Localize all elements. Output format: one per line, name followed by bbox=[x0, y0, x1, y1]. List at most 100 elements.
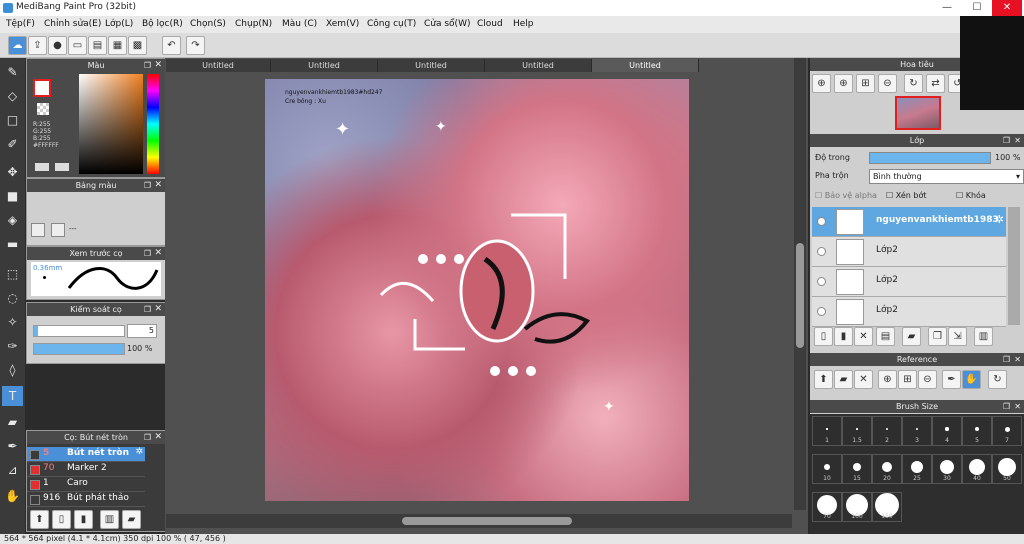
open-folder-icon[interactable]: ▰ bbox=[834, 370, 853, 389]
move-tool-icon[interactable]: ✥ bbox=[2, 162, 23, 182]
vertical-scroll-thumb[interactable] bbox=[796, 243, 804, 348]
primary-color-swatch[interactable] bbox=[33, 79, 51, 97]
zoom-in-icon[interactable]: ⊕ bbox=[878, 370, 897, 389]
flip-icon[interactable]: ⇄ bbox=[926, 74, 945, 93]
color-swap-button[interactable] bbox=[55, 163, 69, 171]
comment-icon[interactable]: ▭ bbox=[68, 36, 87, 55]
tab-untitled-1[interactable]: Untitled bbox=[166, 59, 271, 72]
layer-folder-icon[interactable]: ▰ bbox=[902, 327, 921, 346]
menu-tools[interactable]: Công cụ(T) bbox=[367, 19, 416, 29]
eyedropper2-icon[interactable]: ⊿ bbox=[2, 460, 23, 480]
close-icon[interactable]: ✕ bbox=[1014, 400, 1021, 413]
close-icon[interactable]: ✕ bbox=[1014, 353, 1021, 366]
new-palette-icon[interactable] bbox=[31, 223, 45, 237]
menu-color[interactable]: Màu (C) bbox=[282, 19, 317, 29]
eraser-tool-icon[interactable]: ◇ bbox=[2, 86, 23, 106]
layer-opacity-slider[interactable] bbox=[869, 152, 991, 164]
brush-size-70[interactable]: 70 bbox=[812, 492, 842, 522]
select-eraser-icon[interactable]: ◊ bbox=[2, 360, 23, 380]
brush-size-value[interactable]: 5 bbox=[127, 324, 157, 338]
lock-checkbox[interactable]: ☐ Khóa bbox=[956, 191, 986, 200]
tab-untitled-4[interactable]: Untitled bbox=[485, 59, 592, 72]
brush-opacity-slider[interactable] bbox=[33, 343, 125, 355]
new-layer2-icon[interactable]: ▮ bbox=[834, 327, 853, 346]
export-icon[interactable]: ⇪ bbox=[28, 36, 47, 55]
brush-size-10[interactable]: 10 bbox=[812, 454, 842, 484]
menu-snap[interactable]: Chụp(N) bbox=[235, 19, 272, 29]
drawing-canvas[interactable]: nguyenvankhiemtb1983#hd247 Cre bông : Xu… bbox=[265, 79, 689, 501]
dock-icon[interactable]: ❐ bbox=[144, 303, 151, 316]
new-layer-icon[interactable]: ▯ bbox=[814, 327, 833, 346]
visibility-icon[interactable] bbox=[817, 307, 826, 316]
menu-cloud[interactable]: Cloud bbox=[477, 19, 503, 29]
zoom-out-icon[interactable]: ⊕ bbox=[834, 74, 853, 93]
folder-icon[interactable]: ▰ bbox=[122, 510, 141, 529]
brush-item-3[interactable]: 916 Bút phát thảo bbox=[27, 492, 145, 507]
rotate-icon[interactable]: ↻ bbox=[988, 370, 1007, 389]
delete-brush-icon[interactable]: ▥ bbox=[100, 510, 119, 529]
upload-icon[interactable]: ⬆ bbox=[814, 370, 833, 389]
minimize-button[interactable]: — bbox=[932, 0, 962, 16]
layer-row-3[interactable]: Lớp2 bbox=[812, 297, 1006, 327]
brush-item-2[interactable]: 1 Caro bbox=[27, 477, 145, 492]
brush-size-20[interactable]: 20 bbox=[872, 454, 902, 484]
brush-size-150[interactable]: 150 bbox=[872, 492, 902, 522]
delete-palette-icon[interactable] bbox=[51, 223, 65, 237]
select-rect-icon[interactable]: ⬚ bbox=[2, 264, 23, 284]
merge-layer-icon[interactable]: ⇲ bbox=[948, 327, 967, 346]
brush-size-100[interactable]: 100 bbox=[842, 492, 872, 522]
select-pen-icon[interactable]: ✑ bbox=[2, 336, 23, 356]
tiles-icon[interactable]: ▩ bbox=[128, 36, 147, 55]
menu-layer[interactable]: Lớp(L) bbox=[105, 19, 133, 29]
color-gradient-square[interactable] bbox=[79, 74, 143, 174]
brush-size-slider[interactable] bbox=[33, 325, 125, 337]
cloud-icon[interactable]: ☁ bbox=[8, 36, 27, 55]
rect-tool-icon[interactable]: □ bbox=[2, 110, 23, 130]
navigator-thumbnail[interactable] bbox=[895, 96, 941, 130]
grid-icon[interactable]: ▦ bbox=[108, 36, 127, 55]
zoom-minus-icon[interactable]: ⊖ bbox=[878, 74, 897, 93]
layer-menu-icon[interactable]: ▤ bbox=[876, 327, 895, 346]
document-icon[interactable]: ▤ bbox=[88, 36, 107, 55]
lasso-icon[interactable]: ◌ bbox=[2, 288, 23, 308]
menu-edit[interactable]: Chỉnh sửa(E) bbox=[44, 19, 101, 29]
dock-icon[interactable]: ❐ bbox=[144, 431, 151, 444]
horizontal-scrollbar[interactable] bbox=[166, 514, 792, 528]
visibility-icon[interactable] bbox=[817, 217, 826, 226]
close-icon[interactable]: ✕ bbox=[154, 431, 162, 444]
redo-icon[interactable]: ↷ bbox=[186, 36, 205, 55]
fit-icon[interactable]: ⊞ bbox=[898, 370, 917, 389]
clip-checkbox[interactable]: ☐ Xén bớt bbox=[886, 191, 926, 200]
hand-tool-icon[interactable]: ✋ bbox=[2, 486, 23, 506]
menu-select[interactable]: Chọn(S) bbox=[190, 19, 226, 29]
dock-icon[interactable]: ❐ bbox=[1003, 134, 1010, 147]
rotate-icon[interactable]: ↻ bbox=[904, 74, 923, 93]
magic-wand-icon[interactable]: ✧ bbox=[2, 312, 23, 332]
close-icon[interactable]: ✕ bbox=[154, 59, 162, 72]
maximize-button[interactable]: ☐ bbox=[962, 0, 992, 16]
close-icon[interactable]: ✕ bbox=[1014, 134, 1021, 147]
brush-size-1[interactable]: 1 bbox=[812, 416, 842, 446]
menu-file[interactable]: Tệp(F) bbox=[6, 19, 35, 29]
horizontal-scroll-thumb[interactable] bbox=[402, 517, 572, 525]
new-brush-icon[interactable]: ▯ bbox=[52, 510, 71, 529]
dock-icon[interactable]: ❐ bbox=[144, 247, 151, 260]
bucket-tool-icon[interactable]: ◈ bbox=[2, 210, 23, 230]
brush-size-3[interactable]: 3 bbox=[902, 416, 932, 446]
duplicate-layer-icon[interactable]: ❐ bbox=[928, 327, 947, 346]
trash-icon[interactable]: ▥ bbox=[974, 327, 993, 346]
layer-row-1[interactable]: Lớp2 bbox=[812, 237, 1006, 267]
dock-icon[interactable]: ❐ bbox=[144, 59, 151, 72]
brush-size-40[interactable]: 40 bbox=[962, 454, 992, 484]
menu-filter[interactable]: Bộ lọc(R) bbox=[142, 19, 183, 29]
close-icon[interactable]: ✕ bbox=[154, 303, 162, 316]
blend-mode-select[interactable]: Bình thường ▾ bbox=[869, 169, 1024, 184]
layer-row-0[interactable]: nguyenvankhiemtb1983 ✲ bbox=[812, 207, 1006, 237]
brush-tool-icon[interactable]: ✎ bbox=[2, 62, 23, 82]
eyedropper-icon[interactable]: ✒ bbox=[942, 370, 961, 389]
gear-icon[interactable]: ✲ bbox=[135, 447, 143, 457]
text-tool-icon[interactable]: T bbox=[2, 386, 23, 406]
eyedropper-icon[interactable]: ✒ bbox=[2, 436, 23, 456]
secondary-color-swatch[interactable] bbox=[37, 103, 49, 115]
add-brush-icon[interactable]: ⬆ bbox=[30, 510, 49, 529]
